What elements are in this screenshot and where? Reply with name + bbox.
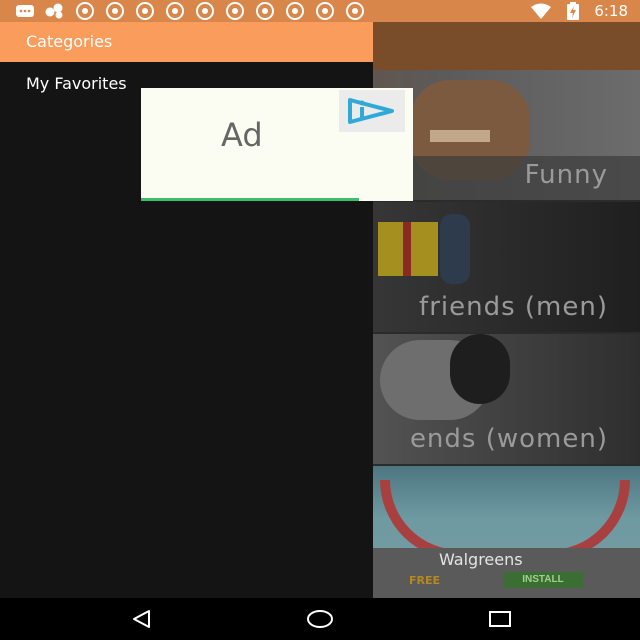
clock: 6:18 — [594, 2, 628, 20]
wifi-icon — [530, 2, 552, 20]
drawer-header-label: Categories — [26, 32, 113, 51]
dog-teeth — [430, 130, 490, 142]
ad-overlay[interactable]: Ad — [141, 88, 413, 201]
notification-icons — [14, 2, 366, 20]
system-status: 6:18 — [530, 0, 628, 22]
ad-label: Ad — [221, 116, 263, 154]
ball-icon — [344, 2, 366, 20]
ball-icon — [254, 2, 276, 20]
message-icon — [14, 2, 36, 20]
drawer-header[interactable]: Categories — [0, 22, 373, 62]
category-label: Funny — [524, 160, 608, 190]
home-icon[interactable] — [305, 606, 335, 632]
ad-banner[interactable]: Walgreens FREE INSTALL — [373, 548, 640, 598]
ball-icon — [164, 2, 186, 20]
ball-icon — [104, 2, 126, 20]
ad-logo-icon[interactable] — [339, 90, 405, 132]
install-button[interactable]: INSTALL — [503, 572, 583, 588]
ball-icon — [74, 2, 96, 20]
back-icon[interactable] — [126, 606, 156, 632]
cluster-icon — [44, 2, 66, 20]
category-label: friends (men) — [419, 292, 608, 322]
ball-icon — [224, 2, 246, 20]
navigation-bar — [0, 598, 640, 640]
figure-photo — [440, 214, 470, 284]
ad-banner-title: Walgreens — [439, 550, 523, 569]
ball-icon — [284, 2, 306, 20]
drawer-item-my-favorites[interactable]: My Favorites — [26, 74, 127, 93]
status-bar: 6:18 — [0, 0, 640, 22]
ad-divider — [141, 198, 359, 201]
ball-icon — [134, 2, 156, 20]
gift-ribbon — [403, 222, 411, 276]
child-hair — [450, 334, 510, 404]
ball-icon — [194, 2, 216, 20]
ad-free-label: FREE — [409, 574, 441, 587]
ball-icon — [314, 2, 336, 20]
recents-icon[interactable] — [485, 606, 515, 632]
category-label: ends (women) — [409, 424, 608, 454]
battery-charging-icon — [562, 2, 584, 20]
